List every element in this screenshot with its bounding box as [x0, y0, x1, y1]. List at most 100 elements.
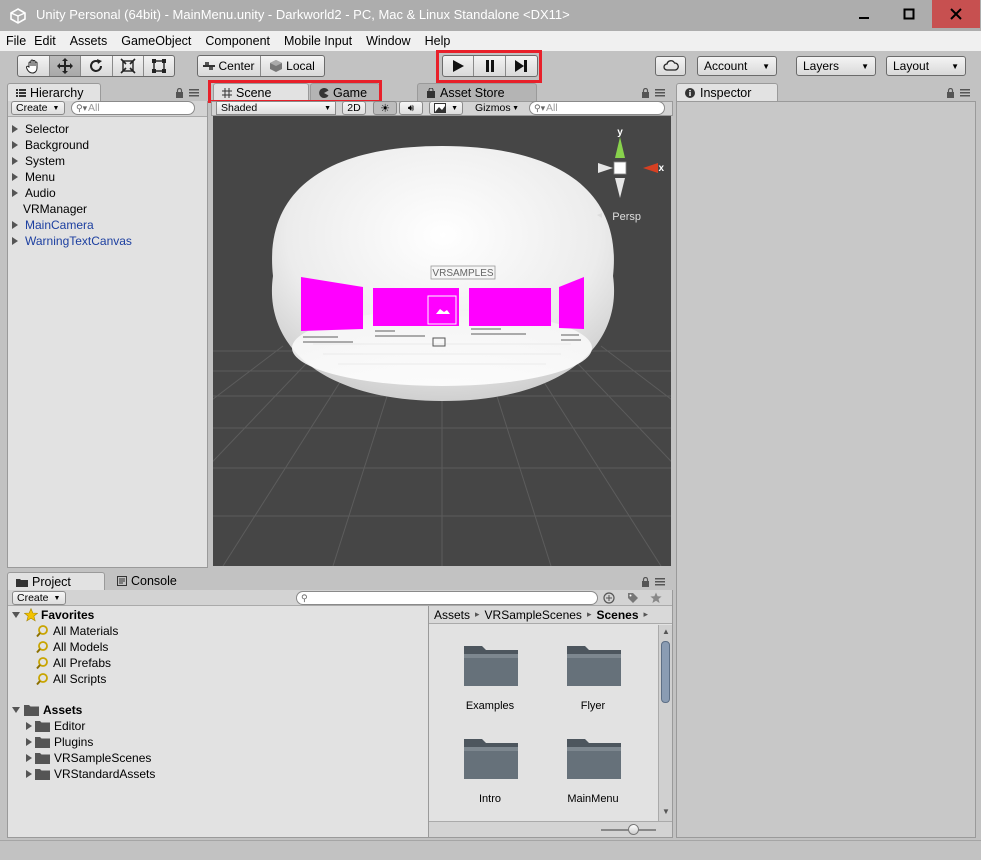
layers-dropdown[interactable]: Layers ▼ [796, 56, 876, 76]
layout-dropdown[interactable]: Layout ▼ [886, 56, 966, 76]
scale-tool-button[interactable] [113, 56, 145, 76]
expand-arrow-icon[interactable] [26, 738, 32, 746]
tab-project[interactable]: Project [7, 572, 105, 590]
favorite-all-prefabs[interactable]: All Prefabs [36, 655, 111, 671]
breadcrumb-assets[interactable]: Assets [434, 608, 470, 622]
gizmos-dropdown[interactable]: Gizmos ▼ [471, 101, 523, 115]
maximize-button[interactable] [886, 0, 932, 28]
project-create-button[interactable]: Create ▼ [12, 591, 66, 605]
menu-mobile-input[interactable]: Mobile Input [284, 34, 352, 48]
folder-mainmenu-icon[interactable] [565, 735, 623, 781]
pause-button[interactable] [474, 56, 506, 76]
expand-arrow-icon[interactable] [12, 141, 18, 149]
pivot-local-button[interactable]: Local [261, 56, 324, 76]
folder-examples-icon[interactable] [462, 642, 520, 688]
hierarchy-item-warningtextcanvas[interactable]: WarningTextCanvas [12, 233, 132, 249]
play-button[interactable] [443, 56, 475, 76]
hierarchy-search-input[interactable]: ⚲▾ All [71, 101, 195, 115]
menu-assets[interactable]: Assets [70, 34, 108, 48]
move-tool-button[interactable] [49, 56, 82, 76]
breadcrumb-vrsamplescenes[interactable]: VRSampleScenes [485, 608, 582, 622]
hierarchy-item-selector[interactable]: Selector [12, 121, 69, 137]
cloud-inner[interactable] [656, 57, 685, 75]
rect-tool-button[interactable] [144, 56, 174, 76]
panel-menu-icon[interactable] [655, 578, 665, 586]
folder-mainmenu-label[interactable]: MainMenu [548, 793, 638, 805]
scene-effects-dropdown[interactable]: ▼ [429, 101, 463, 115]
tab-hierarchy[interactable]: Hierarchy [7, 83, 101, 101]
menu-gameobject[interactable]: GameObject [121, 34, 191, 48]
folder-intro-label[interactable]: Intro [445, 793, 535, 805]
label-tag-icon[interactable] [627, 592, 639, 604]
expand-arrow-icon[interactable] [12, 125, 18, 133]
assets-node[interactable]: Assets [12, 702, 82, 718]
scene-lighting-toggle[interactable]: ☀ [373, 101, 397, 115]
scene-audio-toggle[interactable]: 🔊︎ [399, 101, 423, 115]
lock-icon[interactable] [946, 88, 955, 98]
tab-inspector[interactable]: Inspector [676, 83, 778, 101]
hand-tool-button[interactable] [18, 56, 50, 76]
panel-menu-icon[interactable] [655, 89, 665, 97]
folder-intro-icon[interactable] [462, 735, 520, 781]
perspective-label[interactable]: Persp [612, 211, 641, 223]
menu-component[interactable]: Component [205, 34, 270, 48]
folder-examples-label[interactable]: Examples [445, 700, 535, 712]
hierarchy-item-vrmanager[interactable]: VRManager [23, 201, 87, 217]
search-by-type-icon[interactable] [603, 592, 615, 604]
folder-flyer-label[interactable]: Flyer [548, 700, 638, 712]
lock-icon[interactable] [641, 577, 650, 587]
hierarchy-item-menu[interactable]: Menu [12, 169, 55, 185]
expand-arrow-icon[interactable] [26, 770, 32, 778]
rotate-tool-button[interactable] [81, 56, 113, 76]
panel-menu-icon[interactable] [960, 89, 970, 97]
favorite-all-materials[interactable]: All Materials [36, 623, 118, 639]
hierarchy-item-system[interactable]: System [12, 153, 65, 169]
scene-search-input[interactable]: ⚲▾ All [529, 101, 665, 115]
minimize-button[interactable] [841, 0, 887, 28]
project-search-input[interactable]: ⚲ [296, 591, 598, 605]
mode-2d-toggle[interactable]: 2D [342, 101, 366, 115]
scroll-down-icon[interactable]: ▼ [662, 807, 670, 816]
shading-mode-dropdown[interactable]: Shaded ▼ [216, 101, 336, 115]
favorites-node[interactable]: Favorites [12, 607, 94, 623]
hierarchy-item-audio[interactable]: Audio [12, 185, 56, 201]
pivot-center-button[interactable]: Center [198, 56, 262, 76]
expand-arrow-icon[interactable] [12, 173, 18, 181]
tab-asset-store[interactable]: Asset Store [417, 83, 537, 101]
expand-arrow-icon[interactable] [26, 754, 32, 762]
lock-icon[interactable] [641, 88, 650, 98]
folder-flyer-icon[interactable] [565, 642, 623, 688]
account-dropdown[interactable]: Account ▼ [697, 56, 777, 76]
scroll-up-icon[interactable]: ▲ [662, 627, 670, 636]
orientation-gizmo[interactable]: y x [598, 127, 664, 198]
menu-window[interactable]: Window [366, 34, 410, 48]
collapse-arrow-icon[interactable] [12, 612, 20, 618]
cloud-button[interactable] [655, 56, 686, 76]
panel-menu-icon[interactable] [189, 89, 199, 97]
menu-edit[interactable]: Edit [34, 34, 56, 48]
expand-arrow-icon[interactable] [12, 189, 18, 197]
menu-help[interactable]: Help [425, 34, 451, 48]
lock-icon[interactable] [175, 88, 184, 98]
expand-arrow-icon[interactable] [26, 722, 32, 730]
asset-grid-scrollbar[interactable]: ▲ ▼ [658, 625, 672, 821]
menu-file[interactable]: File [6, 34, 26, 48]
favorite-star-icon[interactable] [650, 592, 662, 604]
asset-folder-vrsamplescenes[interactable]: VRSampleScenes [26, 750, 151, 766]
expand-arrow-icon[interactable] [12, 157, 18, 165]
hierarchy-item-maincamera[interactable]: MainCamera [12, 217, 94, 233]
expand-arrow-icon[interactable] [12, 237, 18, 245]
close-button[interactable] [932, 0, 980, 28]
breadcrumb-scenes[interactable]: Scenes [596, 608, 638, 622]
favorite-all-scripts[interactable]: All Scripts [36, 671, 106, 687]
hierarchy-create-button[interactable]: Create ▼ [11, 101, 65, 115]
asset-folder-editor[interactable]: Editor [26, 718, 85, 734]
asset-folder-plugins[interactable]: Plugins [26, 734, 93, 750]
tab-console[interactable]: Console [109, 572, 199, 590]
expand-arrow-icon[interactable] [12, 221, 18, 229]
scrollbar-thumb[interactable] [661, 641, 670, 703]
asset-folder-vrstandardassets[interactable]: VRStandardAssets [26, 766, 155, 782]
step-button[interactable] [506, 56, 537, 76]
hierarchy-item-background[interactable]: Background [12, 137, 89, 153]
favorite-all-models[interactable]: All Models [36, 639, 108, 655]
